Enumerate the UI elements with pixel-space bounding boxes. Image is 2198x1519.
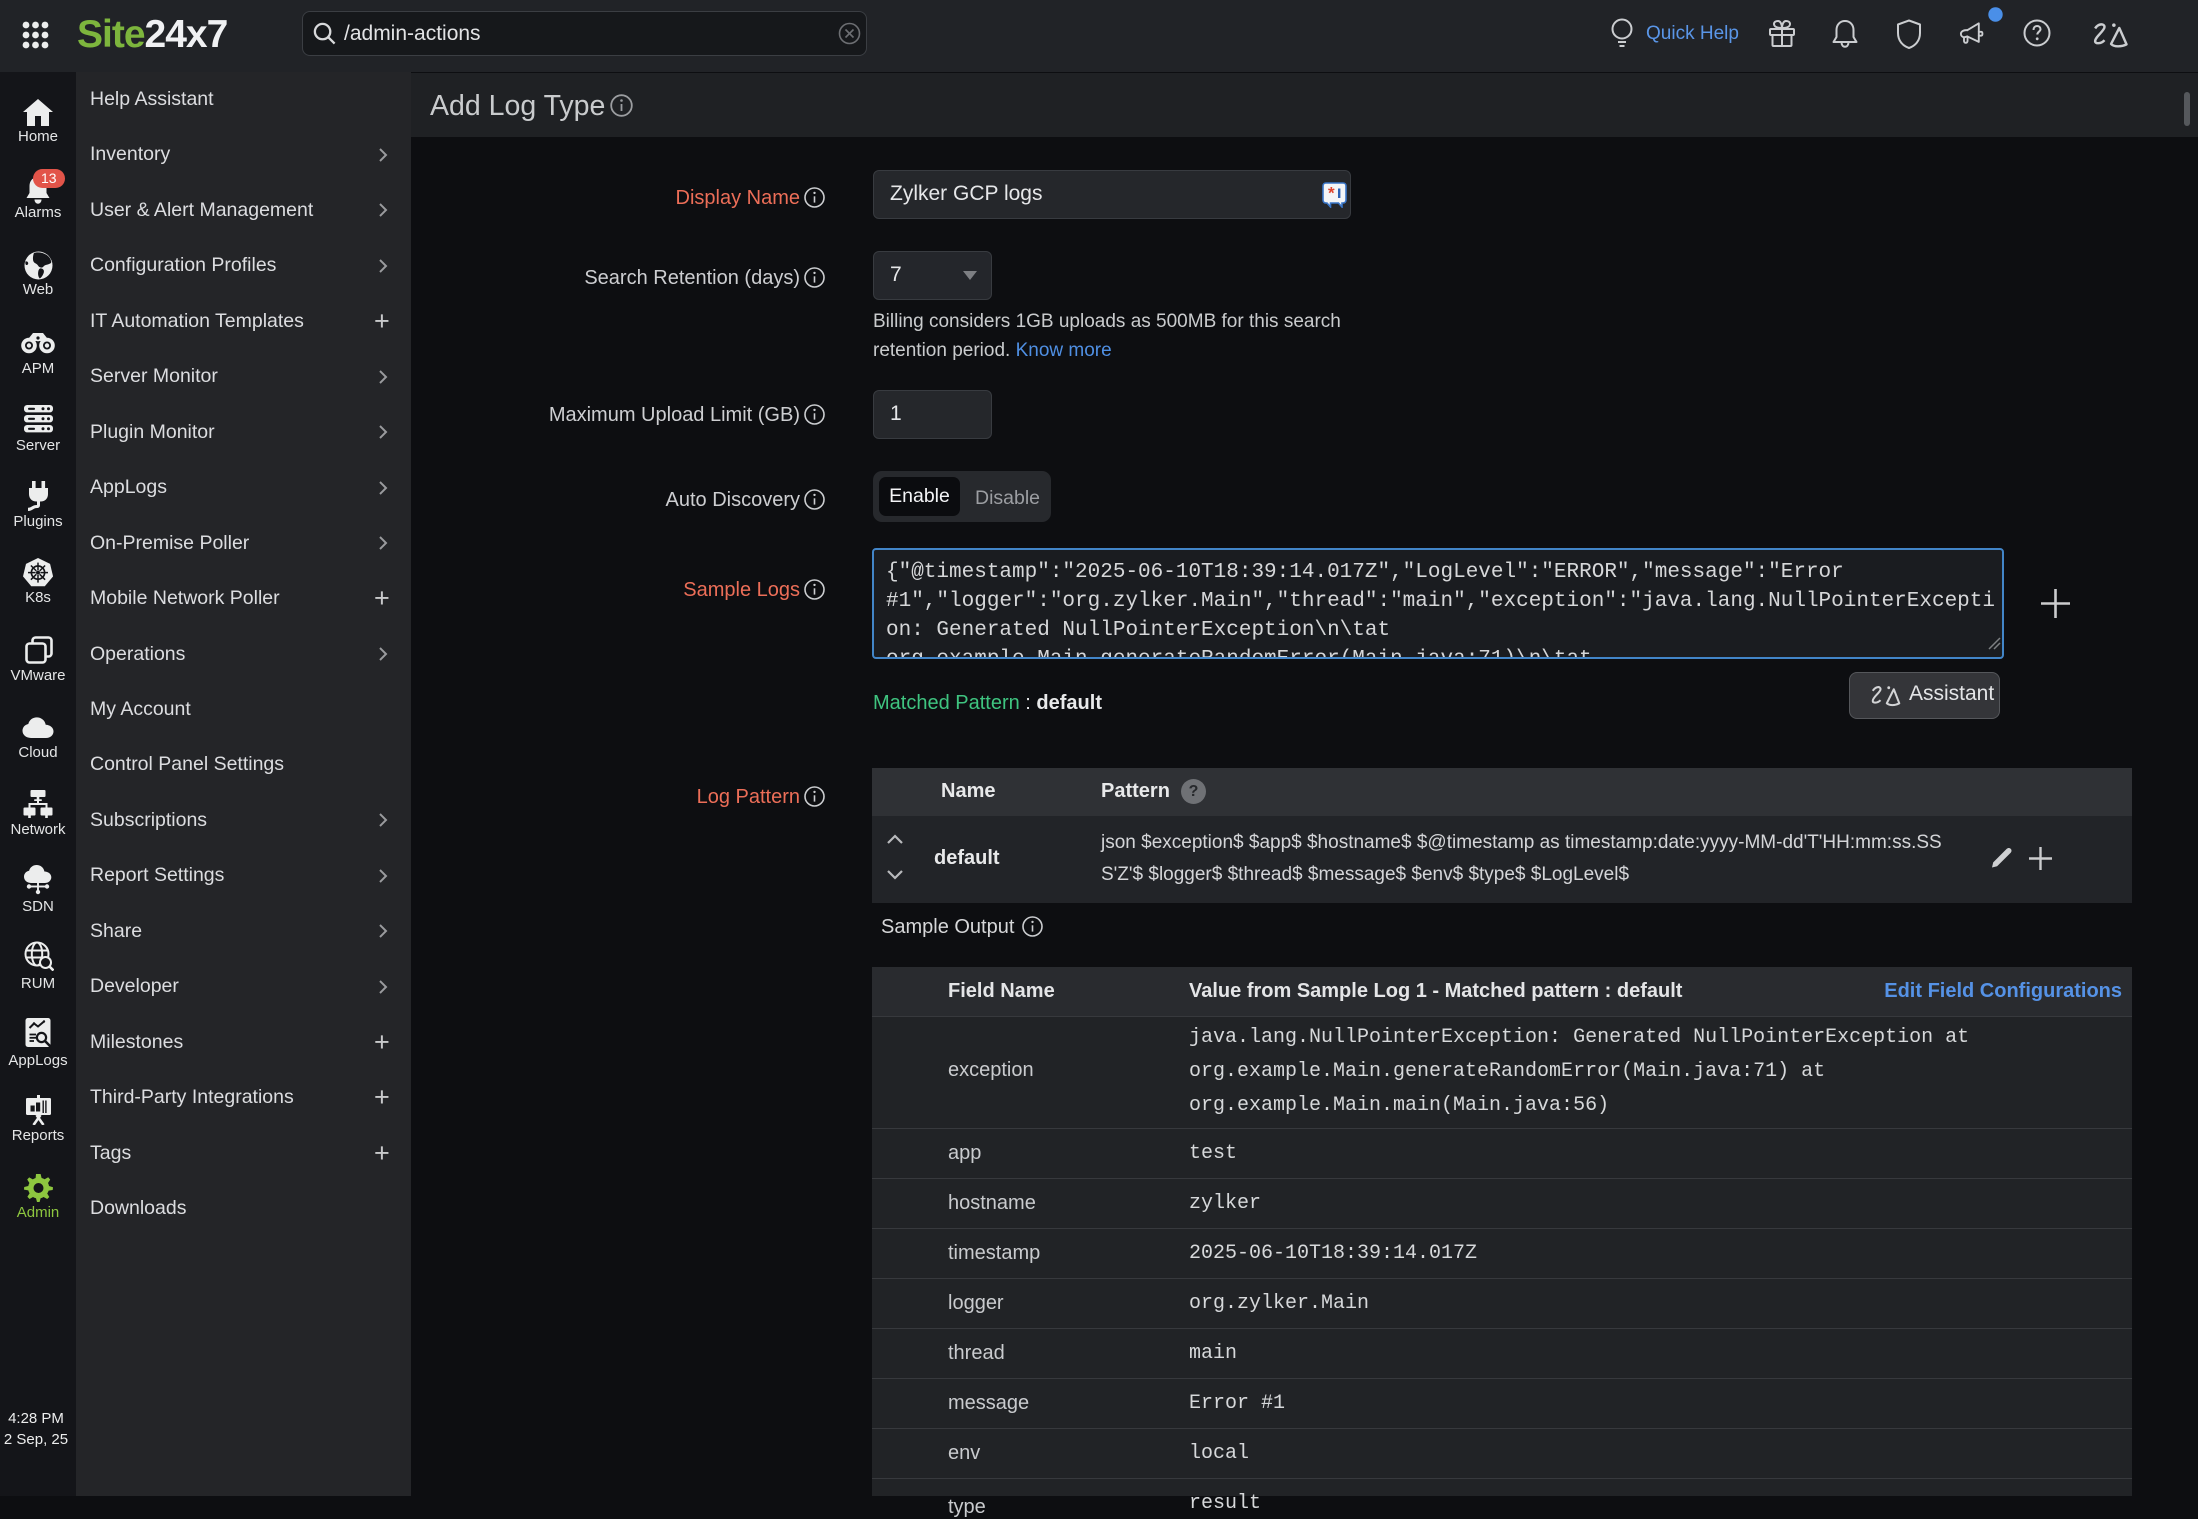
svg-text:*: * [1328, 184, 1335, 203]
